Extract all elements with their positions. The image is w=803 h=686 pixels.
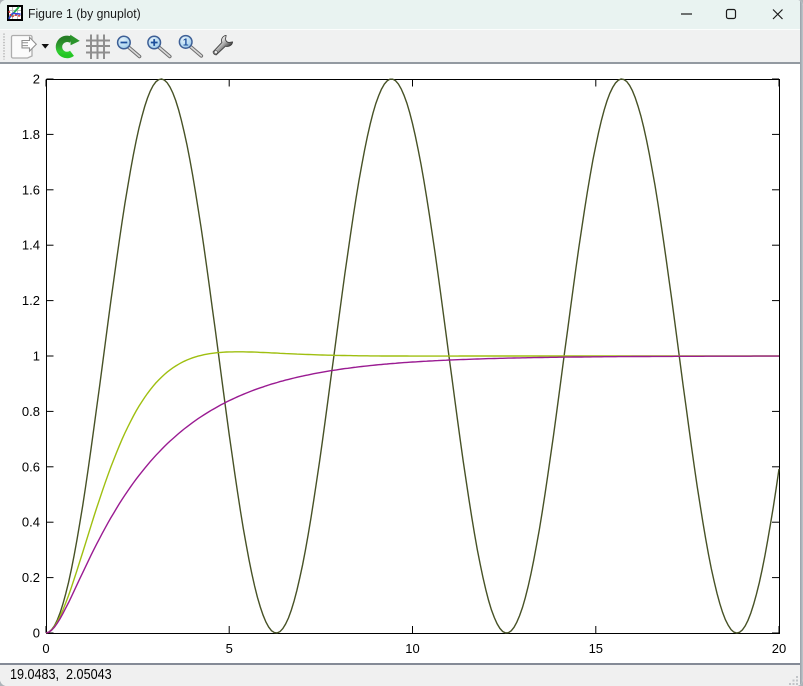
svg-text:0.4: 0.4: [22, 515, 40, 530]
svg-text:15: 15: [589, 641, 603, 656]
svg-text:1: 1: [183, 38, 189, 49]
svg-text:0.8: 0.8: [22, 404, 40, 419]
svg-text:5: 5: [226, 641, 233, 656]
svg-text:1.6: 1.6: [22, 182, 40, 197]
svg-text:0.6: 0.6: [22, 459, 40, 474]
svg-text:0: 0: [33, 626, 40, 641]
svg-text:10: 10: [405, 641, 419, 656]
svg-text:1.4: 1.4: [22, 238, 40, 253]
svg-text:1: 1: [33, 349, 40, 364]
svg-text:2: 2: [33, 72, 40, 87]
svg-text:1.2: 1.2: [22, 293, 40, 308]
svg-text:1.8: 1.8: [22, 127, 40, 142]
svg-text:0.2: 0.2: [22, 570, 40, 585]
svg-text:0: 0: [42, 641, 49, 656]
svg-text:20: 20: [772, 641, 786, 656]
